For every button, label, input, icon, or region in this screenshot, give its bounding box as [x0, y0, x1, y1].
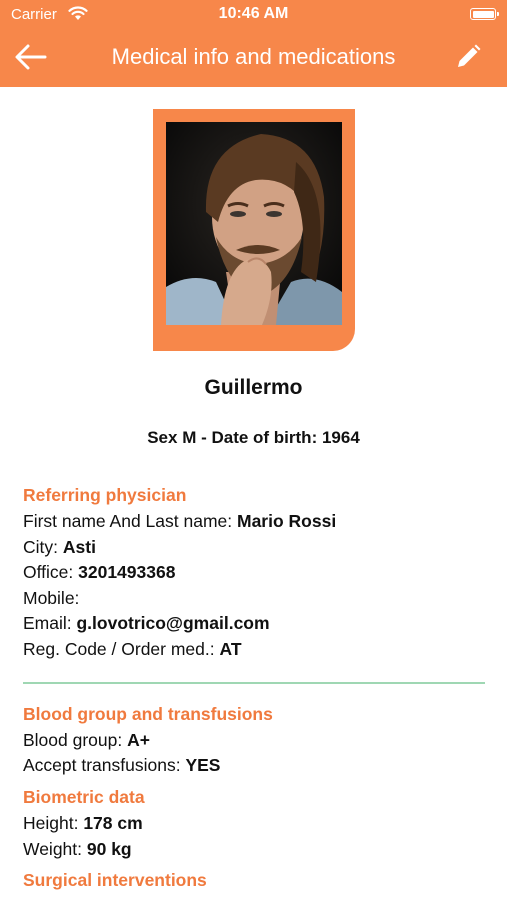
physician-name-label: First name And Last name: — [23, 511, 237, 531]
height-label: Height: — [23, 813, 84, 833]
section-divider — [23, 682, 485, 684]
profile-name: Guillermo — [204, 376, 303, 399]
blood-group-label: Blood group: — [23, 730, 128, 750]
battery-icon — [470, 8, 499, 20]
physician-reg-code-value: AT — [219, 639, 242, 659]
top-bar: Carrier 10:46 AM Medical info and medica… — [0, 0, 507, 87]
physician-reg-code-label: Reg. Code / Order med.: — [23, 639, 220, 659]
height-row: Height: 178 cm — [23, 813, 143, 834]
transfusions-row: Accept transfusions: YES — [23, 755, 220, 776]
transfusions-value: YES — [185, 755, 221, 775]
section-title-blood-group: Blood group and transfusions — [23, 704, 273, 724]
physician-city-value: Asti — [62, 537, 96, 557]
page-title: Medical info and medications — [111, 44, 396, 69]
transfusions-label: Accept transfusions: — [23, 755, 186, 775]
physician-office-label: Office: — [23, 562, 79, 582]
weight-label: Weight: — [23, 839, 87, 859]
sex-and-birth-date: Sex M - Date of birth: 1964 — [147, 428, 360, 447]
weight-value: 90 kg — [86, 839, 132, 859]
edit-button[interactable] — [453, 42, 483, 72]
physician-city-label: City: — [23, 537, 63, 557]
edit-pencil-icon — [458, 44, 481, 67]
profile-photo-frame[interactable] — [153, 109, 355, 351]
physician-office-value[interactable]: 3201493368 — [78, 562, 175, 582]
physician-mobile-row: Mobile: — [23, 588, 79, 609]
height-value: 178 cm — [83, 813, 143, 833]
status-bar: Carrier 10:46 AM — [0, 0, 507, 30]
physician-reg-code-row: Reg. Code / Order med.: AT — [23, 639, 242, 660]
blood-group-row: Blood group: A+ — [23, 730, 150, 751]
physician-email-row: Email: g.lovotrico@gmail.com — [23, 613, 270, 634]
physician-email-value[interactable]: g.lovotrico@gmail.com — [76, 613, 269, 633]
blood-group-value: A+ — [127, 730, 150, 750]
section-title-biometric: Biometric data — [23, 787, 145, 807]
profile-photo — [166, 122, 342, 325]
section-title-surgical: Surgical interventions — [23, 870, 207, 890]
physician-name-value: Mario Rossi — [237, 511, 337, 531]
weight-row: Weight: 90 kg — [23, 839, 132, 860]
physician-city-row: City: Asti — [23, 537, 96, 558]
physician-office-row: Office: 3201493368 — [23, 562, 175, 583]
section-title-referring-physician: Referring physician — [23, 485, 187, 505]
physician-email-label: Email: — [23, 613, 77, 633]
physician-name-row: First name And Last name: Mario Rossi — [23, 511, 336, 532]
clock: 10:46 AM — [218, 5, 289, 22]
physician-mobile-label: Mobile: — [23, 588, 80, 608]
